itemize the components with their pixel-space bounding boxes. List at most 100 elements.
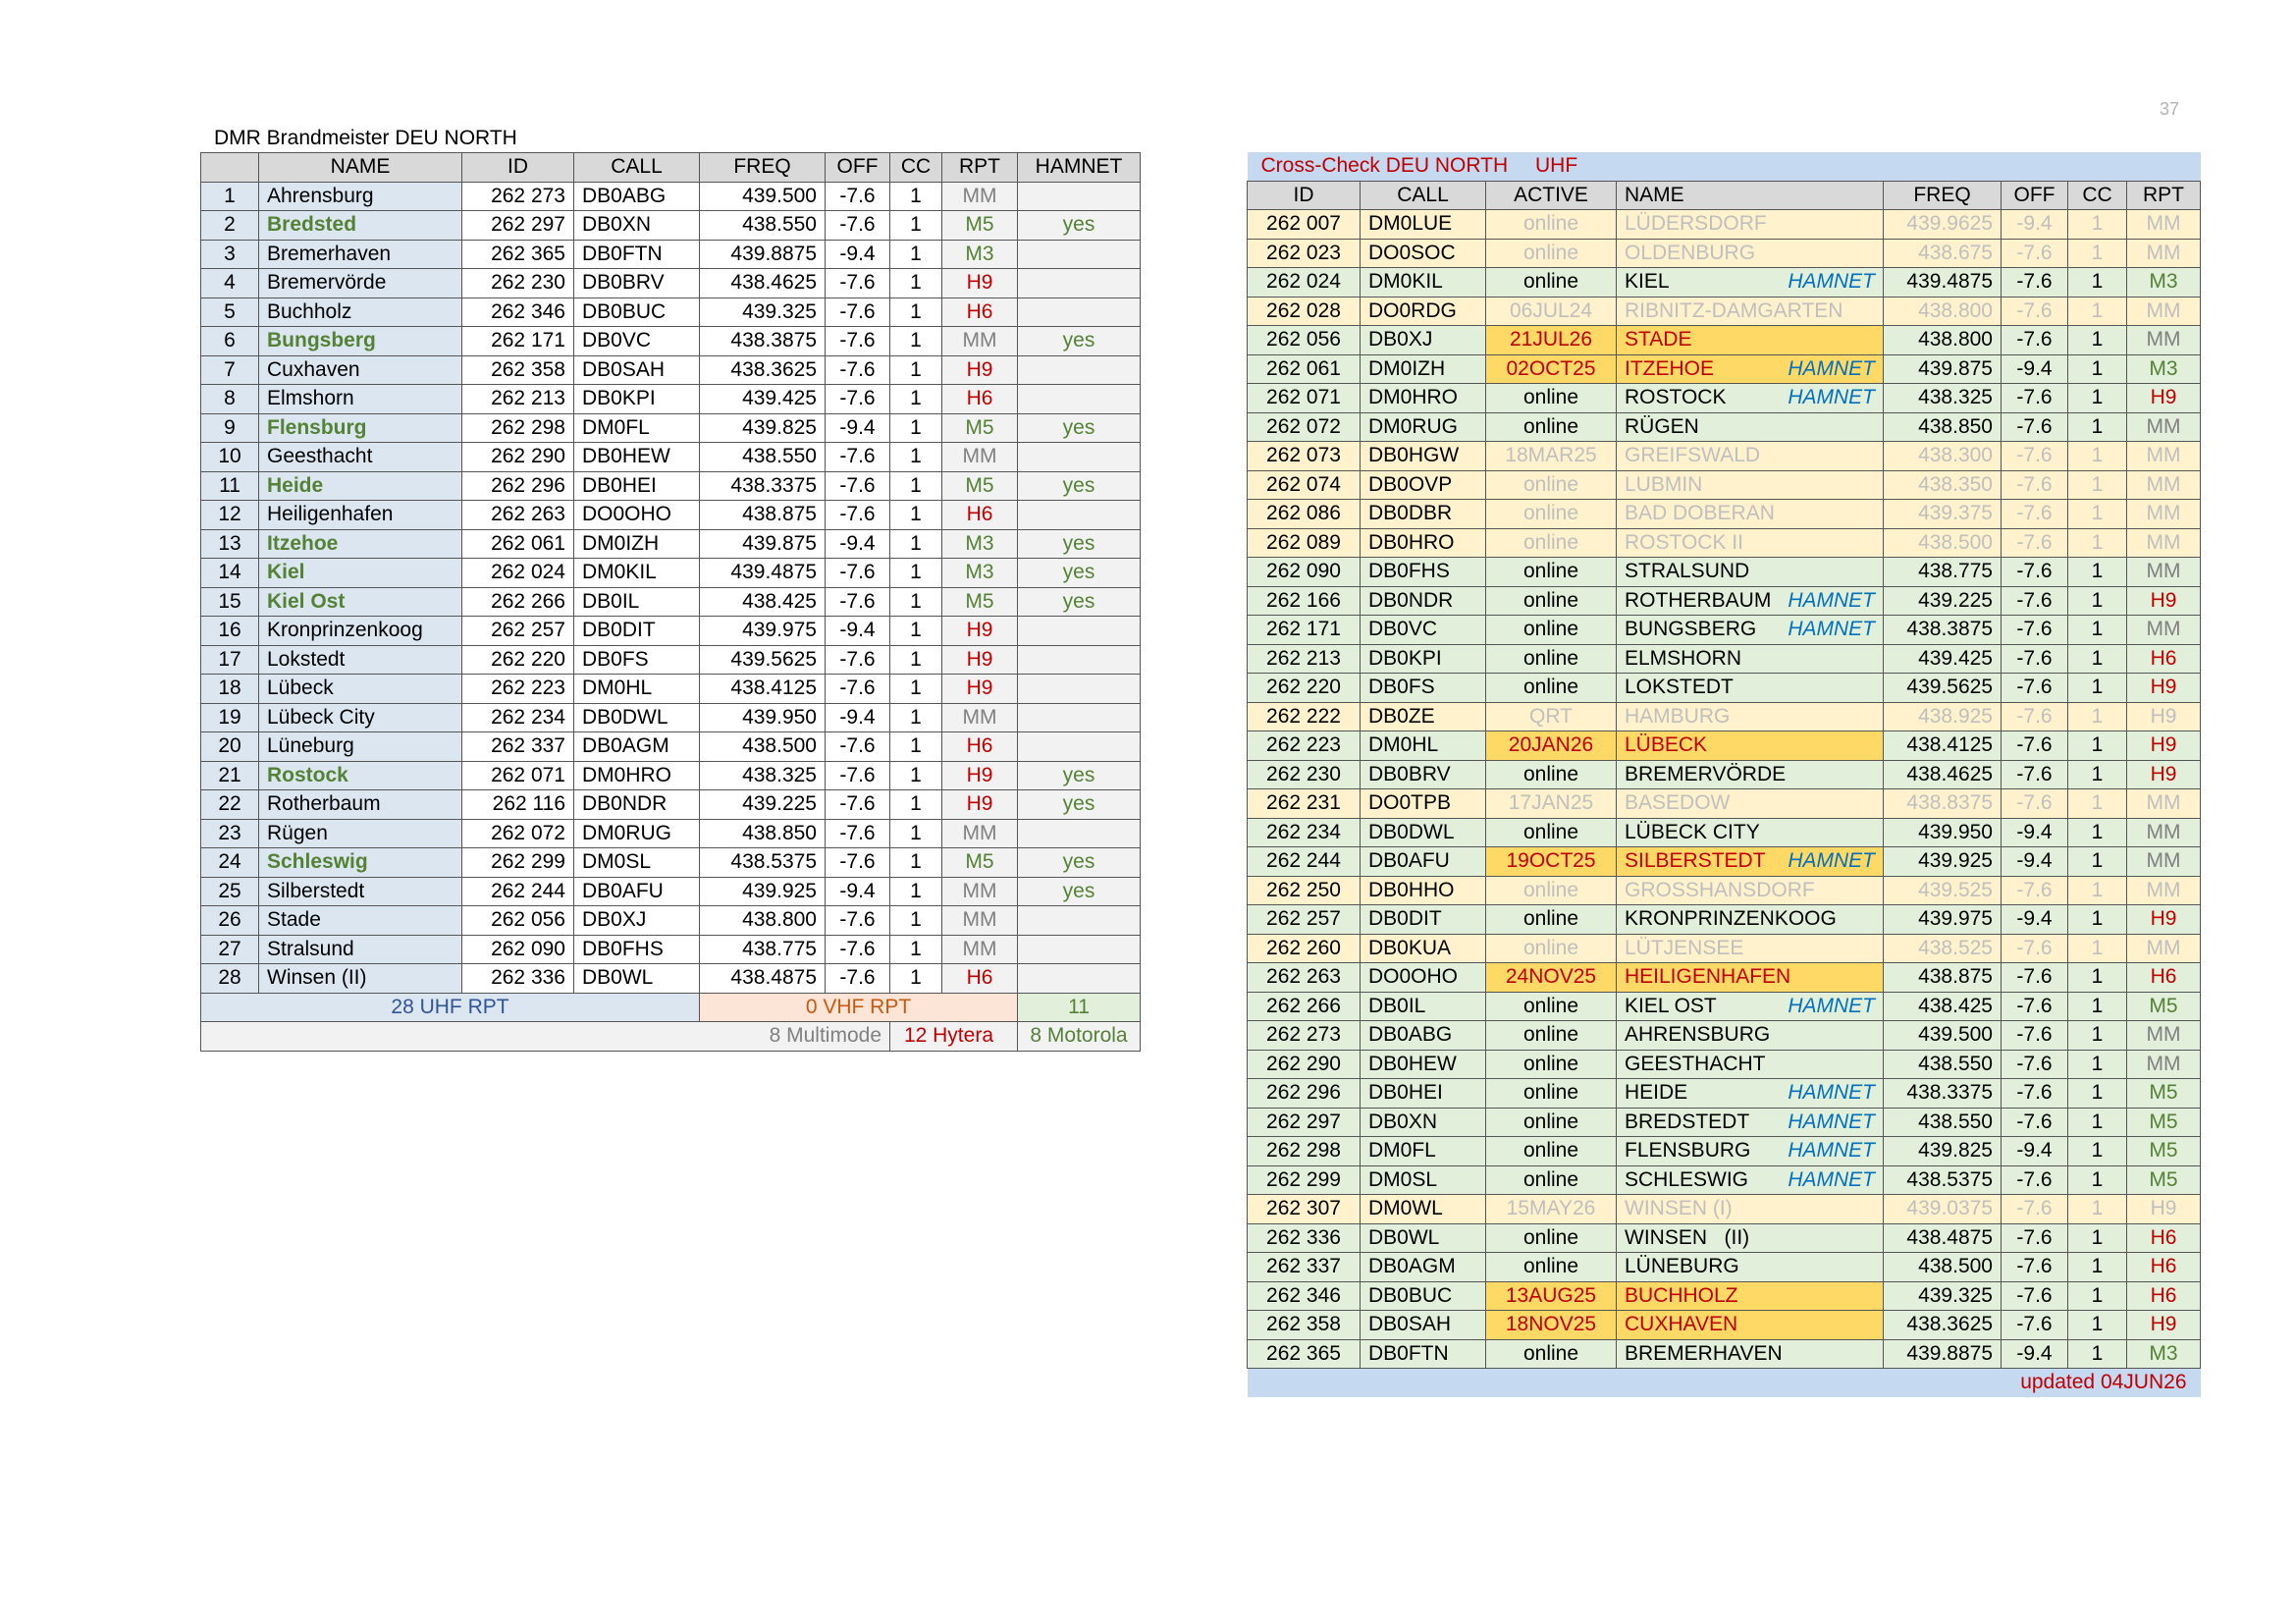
repeater-call: DM0KIL [573,558,700,588]
table-row: 4 Bremervörde 262 230 DB0BRV 438.4625 -7.6 1 H9 [200,268,1141,298]
repeater-name: Lübeck City [258,702,462,732]
table-row: 1 Ahrensburg 262 273 DB0ABG 439.500 -7.6 1 MM [200,181,1141,211]
repeater-name: KIEL [1625,270,1670,294]
repeater-id: 262 166 [1247,585,1361,616]
table-row: 262 073 DB0HGW 18MAR25 GREIFSWALD 438.300 -7.… [1247,441,2201,471]
repeater-id: 262 337 [1247,1252,1361,1282]
repeater-cc: 1 [889,963,942,994]
table-row: 262 337 DB0AGM online LÜNEBURG 438.500 -7.6 1 H… [1247,1252,2201,1282]
table-row: 20 Lüneburg 262 337 DB0AGM 438.500 -7.6 1 H6 [200,731,1141,762]
row-number: 14 [200,558,259,588]
repeater-active: online [1485,904,1617,935]
repeater-cc: 1 [2067,788,2127,819]
repeater-rpt: H9 [2126,1194,2201,1224]
repeater-freq: 438.5375 [699,847,826,878]
repeater-id: 262 061 [1247,353,1361,384]
repeater-hamnet [1017,963,1141,994]
repeater-freq: 438.500 [699,731,826,762]
repeater-freq: 438.850 [699,818,826,848]
repeater-freq: 439.225 [1883,585,2002,616]
repeater-active: online [1485,615,1617,645]
table-row: 25 Silberstedt 262 244 DB0AFU 439.925 -9.4 1 MM… [200,876,1141,906]
repeater-name-cell: HEILIGENHAFEN [1616,962,1884,993]
repeater-name: BUNGSBERG [1625,618,1757,641]
repeater-rpt: M5 [2126,1078,2201,1109]
repeater-freq: 439.325 [1883,1280,2002,1311]
repeater-cc: 1 [2067,1078,2127,1109]
repeater-call: DB0FTN [573,239,700,269]
repeater-cc: 1 [889,326,942,356]
repeater-offset: -7.6 [825,963,890,994]
repeater-freq: 439.975 [1883,904,2002,935]
repeater-id: 262 290 [1247,1049,1361,1079]
repeater-id: 262 023 [1247,238,1361,268]
repeater-rpt: MM [2126,875,2201,905]
col-header-rpt: RPT [2126,180,2201,210]
repeater-cc: 1 [889,500,942,530]
repeater-rpt: M3 [2126,353,2201,384]
repeater-offset: -7.6 [825,644,890,675]
repeater-freq: 438.675 [1883,238,2002,268]
repeater-name-cell: KRONPRINZENKOOG [1616,904,1884,935]
repeater-offset: -9.4 [2001,209,2068,240]
repeater-call: DB0DWL [573,702,700,732]
repeater-id: 262 336 [461,963,574,994]
repeater-name: Stade [258,905,462,936]
row-number: 13 [200,528,259,559]
repeater-rpt: MM [941,181,1018,211]
repeater-cc: 1 [889,818,942,848]
repeater-freq: 438.775 [1883,557,2002,587]
repeater-call: DB0AGM [1360,1252,1486,1282]
repeater-id: 262 086 [1247,499,1361,529]
repeater-id: 262 072 [461,818,574,848]
repeater-active: online [1485,933,1617,963]
repeater-call: DB0DIT [1360,904,1486,935]
repeater-name: Kiel [258,558,462,588]
repeater-id: 262 365 [461,239,574,269]
repeater-rpt: M5 [2126,1164,2201,1195]
repeater-cc: 1 [889,876,942,906]
repeater-freq: 439.9625 [1883,209,2002,240]
repeater-call: DO0OHO [573,500,700,530]
repeater-call: DB0HGW [1360,441,1486,471]
repeater-id: 262 071 [1247,383,1361,413]
repeater-rpt: H9 [2126,701,2201,731]
repeater-name: BREMERHAVEN [1625,1341,1783,1365]
repeater-offset: -7.6 [825,818,890,848]
repeater-rpt: H6 [941,297,1018,327]
repeater-hamnet [1017,934,1141,964]
repeater-id: 262 260 [1247,933,1361,963]
repeater-hamnet [1017,442,1141,472]
repeater-freq: 439.5625 [1883,673,2002,703]
repeater-active: online [1485,499,1617,529]
repeater-name-cell: BASEDOW [1616,788,1884,819]
repeater-freq: 438.800 [699,905,826,936]
repeater-name-cell: STRALSUND [1616,557,1884,587]
col-header-rpt: RPT [941,152,1018,183]
table-row: 262 365 DB0FTN online BREMERHAVEN 439.8875 -9… [1247,1338,2201,1369]
repeater-call: DB0HEI [573,470,700,501]
row-number: 28 [200,963,259,994]
repeater-hamnet [1017,616,1141,646]
repeater-offset: -7.6 [2001,1164,2068,1195]
table-row: 7 Cuxhaven 262 358 DB0SAH 438.3625 -7.6 1 H9 [200,354,1141,385]
repeater-offset: -9.4 [2001,817,2068,847]
repeater-offset: -7.6 [825,674,890,704]
repeater-active: online [1485,1049,1617,1079]
repeater-offset: -7.6 [2001,441,2068,471]
row-number: 1 [200,181,259,211]
repeater-call: DB0WL [1360,1222,1486,1253]
repeater-offset: -7.6 [2001,1194,2068,1224]
hamnet-tag: HAMNET [1788,356,1875,380]
repeater-rpt: H6 [2126,962,2201,993]
repeater-name: BREDSTEDT [1625,1110,1750,1133]
repeater-rpt: H9 [2126,383,2201,413]
row-number: 12 [200,500,259,530]
row-number: 20 [200,731,259,762]
repeater-offset: -9.4 [2001,1338,2068,1369]
hamnet-tag: HAMNET [1788,994,1875,1017]
repeater-rpt: MM [2126,557,2201,587]
row-number: 16 [200,616,259,646]
col-header-hamnet: HAMNET [1017,152,1141,183]
repeater-id: 262 298 [1247,1136,1361,1166]
